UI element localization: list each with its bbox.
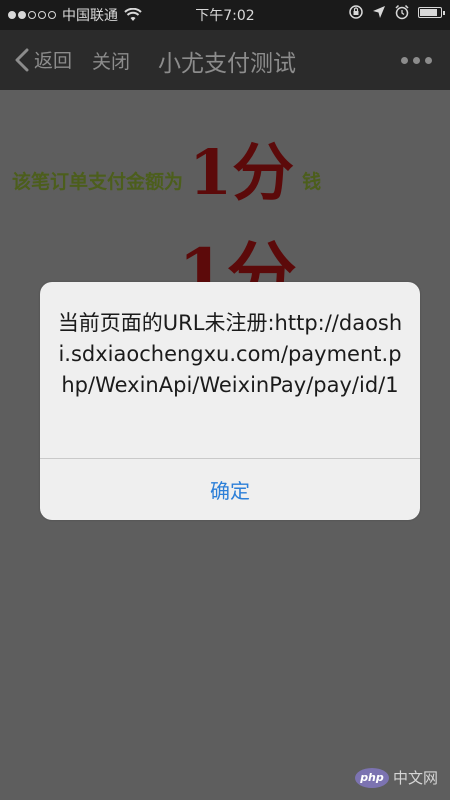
location-arrow-icon <box>373 6 385 18</box>
amount-prefix: 该笔订单支付金额为 <box>12 171 184 193</box>
alert-dialog: 当前页面的URL未注册:http://daoshi.sdxiaochengxu.… <box>40 282 420 520</box>
confirm-button[interactable]: 确定 <box>40 459 420 520</box>
amount-suffix: 钱 <box>302 171 322 193</box>
more-dots-icon[interactable] <box>401 57 432 64</box>
back-label: 返回 <box>34 50 73 72</box>
status-bar: 中国联通 下午7:02 <box>0 0 450 30</box>
watermark-text: 中文网 <box>392 769 438 787</box>
close-button[interactable]: 关闭 <box>92 47 130 74</box>
battery-icon <box>418 6 445 18</box>
watermark: php 中文网 <box>354 767 438 788</box>
rotation-lock-icon <box>349 5 363 19</box>
amount-value: 1分 <box>189 136 295 209</box>
back-button[interactable]: 返回 <box>14 46 72 73</box>
chevron-left-icon <box>15 48 29 71</box>
page-title: 小尤支付测试 <box>158 51 296 77</box>
php-logo: php <box>354 767 389 788</box>
alarm-icon <box>395 4 409 20</box>
nav-bar: 返回 关闭 小尤支付测试 <box>0 30 450 90</box>
amount-line: 该笔订单支付金额为 1分 钱 <box>12 130 321 210</box>
alert-message: 当前页面的URL未注册:http://daoshi.sdxiaochengxu.… <box>57 311 403 397</box>
